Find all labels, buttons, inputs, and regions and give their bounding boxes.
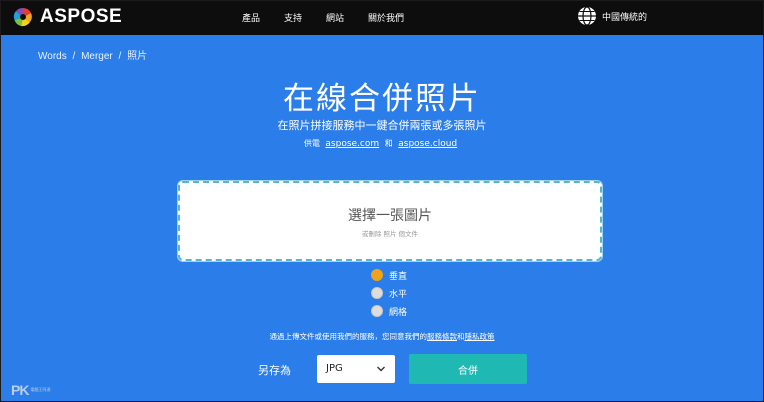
terms-of-service-link[interactable]: 服務條款 — [427, 332, 457, 341]
option-grid[interactable]: 網格 — [371, 302, 407, 320]
choose-image-label: 選擇一張圖片 — [348, 208, 432, 224]
watermark-logo: PK 電腦王阿達 — [11, 382, 50, 398]
radio-vertical[interactable] — [371, 269, 383, 281]
breadcrumb-merger[interactable]: Merger — [81, 51, 113, 62]
merge-button[interactable]: 合併 — [409, 354, 527, 384]
nav-about[interactable]: 關於我們 — [368, 11, 404, 24]
brand-logo[interactable]: ASPOSE — [13, 6, 122, 28]
terms-and: 和 — [457, 332, 465, 341]
save-as-label: 另存為 — [258, 364, 291, 377]
aspose-com-link[interactable]: aspose.com — [325, 139, 379, 149]
format-select[interactable]: JPG — [317, 355, 395, 383]
globe-icon — [577, 6, 596, 26]
terms-notice: 通過上傳文件或使用我們的服務，您同意我們的服務條款和隱私政策 — [1, 331, 763, 342]
file-drop-zone[interactable]: 選擇一張圖片 或刪除 照片 個文件 — [178, 181, 602, 261]
option-horizontal-label: 水平 — [389, 289, 408, 300]
brand-name: ASPOSE — [40, 6, 123, 27]
terms-text: 通過上傳文件或使用我們的服務，您同意我們的 — [269, 332, 428, 341]
aspose-cloud-link[interactable]: aspose.cloud — [398, 139, 457, 149]
watermark-text: PK — [11, 382, 29, 398]
option-vertical-label: 垂直 — [389, 271, 408, 282]
aspose-logo-icon — [13, 7, 32, 27]
privacy-policy-link[interactable]: 隱私政策 — [465, 332, 495, 341]
breadcrumb-separator: / — [118, 51, 122, 62]
option-grid-label: 網格 — [389, 307, 408, 318]
chevron-down-icon — [377, 366, 385, 372]
radio-horizontal[interactable] — [371, 287, 383, 299]
watermark-subtext: 電腦王阿達 — [30, 387, 51, 392]
powered-by-conjunction: 和 — [384, 139, 393, 148]
page-frame: ASPOSE 產品 支持 網站 關於我們 中國傳統的 Words / Merge… — [0, 0, 764, 402]
breadcrumb: Words / Merger / 照片 — [38, 47, 150, 62]
breadcrumb-separator: / — [72, 51, 76, 62]
option-horizontal[interactable]: 水平 — [371, 284, 407, 302]
language-label: 中國傳統的 — [601, 12, 647, 23]
breadcrumb-photo: 照片 — [127, 51, 148, 62]
nav-sites[interactable]: 網站 — [326, 11, 344, 24]
breadcrumb-words[interactable]: Words — [38, 51, 67, 62]
top-navbar: ASPOSE 產品 支持 網站 關於我們 中國傳統的 — [1, 1, 763, 35]
radio-grid[interactable] — [371, 305, 383, 317]
page-subtitle: 在照片拼接服務中一鍵合併兩張或多張照片 — [277, 119, 487, 132]
drop-hint: 或刪除 照片 個文件 — [361, 230, 419, 238]
powered-by: 供電 aspose.com 和 aspose.cloud — [1, 138, 763, 149]
powered-by-prefix: 供電 — [303, 139, 320, 148]
nav-support[interactable]: 支持 — [284, 11, 302, 24]
layout-options: 垂直 水平 網格 — [371, 266, 407, 320]
page-title: 在線合併照片 — [283, 81, 481, 117]
language-selector[interactable]: 中國傳統的 — [577, 6, 647, 26]
option-vertical[interactable]: 垂直 — [371, 266, 407, 284]
nav-products[interactable]: 產品 — [242, 11, 260, 24]
format-select-value: JPG — [326, 363, 343, 374]
